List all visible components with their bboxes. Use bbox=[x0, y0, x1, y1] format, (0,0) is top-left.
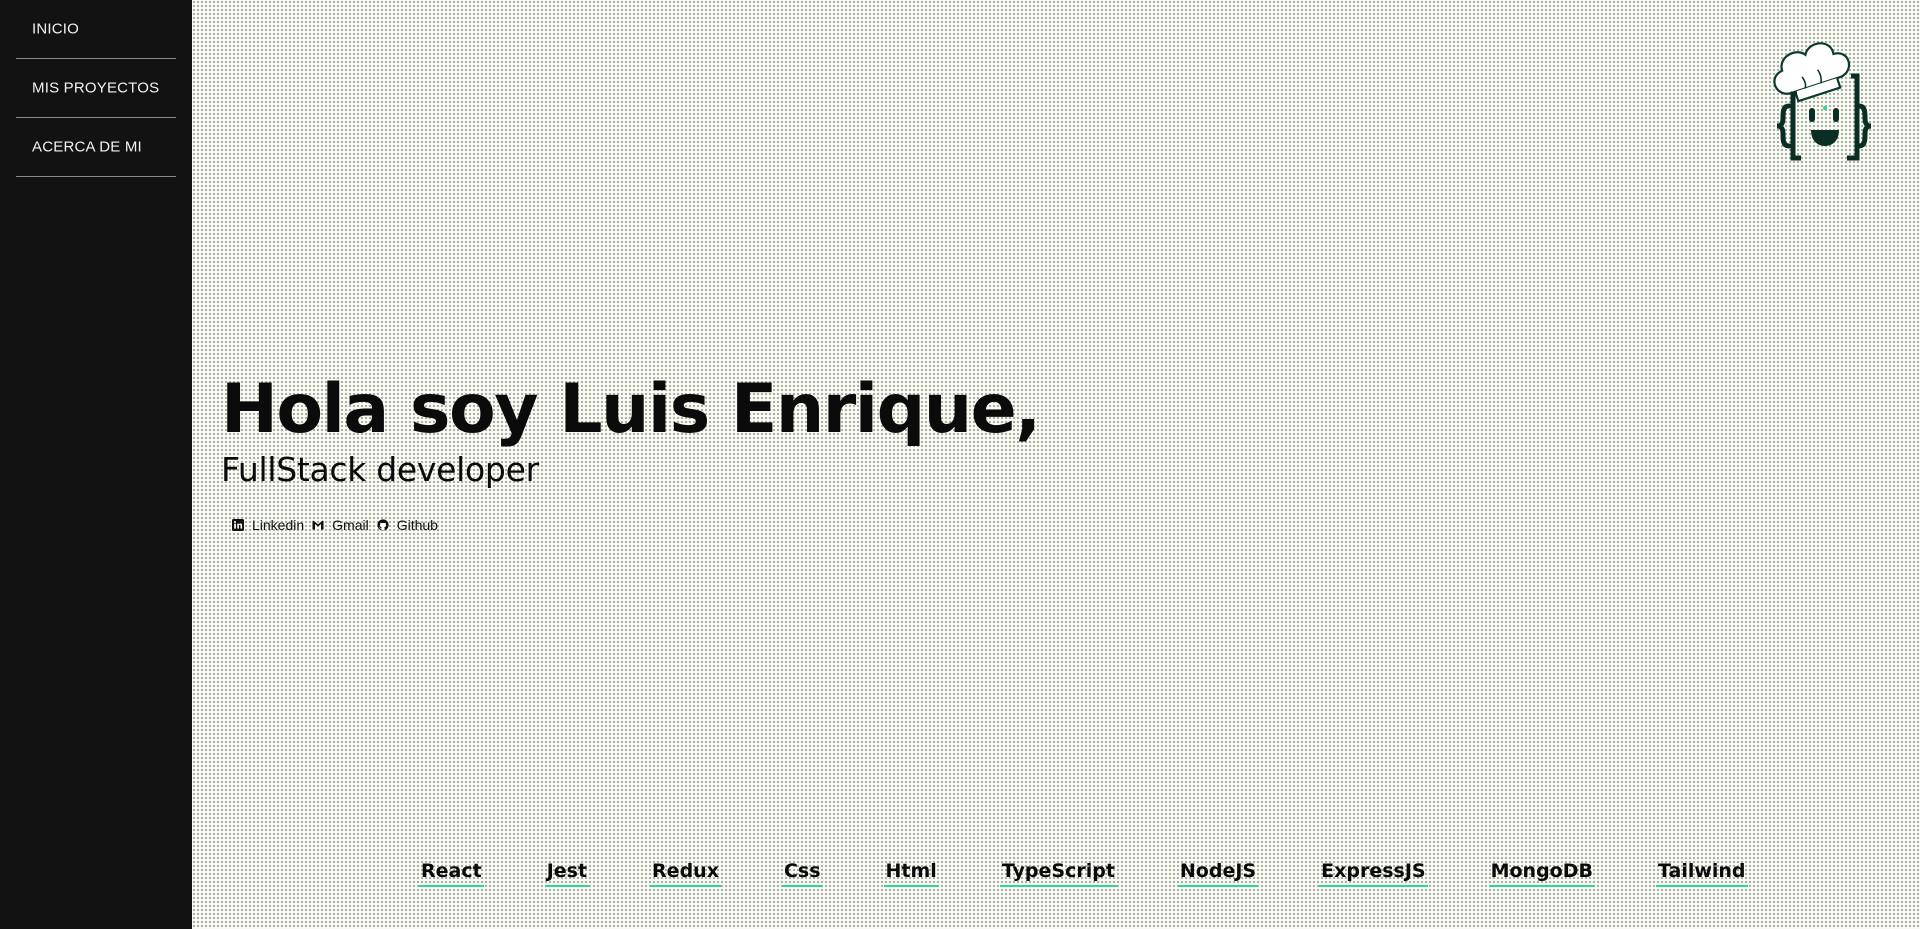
gmail-label: Gmail bbox=[332, 517, 369, 533]
nav-item-acerca-de-mi[interactable]: ACERCA DE MI bbox=[16, 118, 176, 177]
gmail-link[interactable]: Gmail bbox=[312, 517, 369, 533]
hero-title: Hola soy Luis Enrique, bbox=[221, 370, 1041, 449]
tech-label: MongoDB bbox=[1488, 860, 1595, 887]
hero-subtitle: FullStack developer bbox=[221, 450, 539, 489]
tech-item: React bbox=[419, 860, 484, 887]
tech-item: Redux bbox=[650, 860, 721, 887]
chef-code-logo[interactable] bbox=[1755, 34, 1885, 164]
sidebar: INICIO MIS PROYECTOS ACERCA DE MI bbox=[0, 0, 192, 929]
chef-hat-icon bbox=[1773, 42, 1872, 161]
tech-item: Css bbox=[781, 860, 823, 887]
github-link[interactable]: Github bbox=[377, 517, 438, 533]
github-label: Github bbox=[396, 517, 438, 533]
nav-item-inicio[interactable]: INICIO bbox=[16, 0, 176, 59]
social-links: Linkedin Gmail Github bbox=[232, 517, 446, 533]
tech-label: NodeJS bbox=[1177, 860, 1259, 887]
tech-label: React bbox=[419, 860, 484, 887]
hero: Hola soy Luis Enrique, FullStack develop… bbox=[221, 370, 1041, 490]
linkedin-label: Linkedin bbox=[252, 517, 305, 533]
github-icon bbox=[377, 519, 389, 531]
tech-label: Jest bbox=[544, 860, 590, 887]
tech-label: Tailwind bbox=[1655, 860, 1748, 887]
nav-item-label: MIS PROYECTOS bbox=[32, 79, 160, 97]
tech-item: Html bbox=[883, 860, 939, 887]
nav-item-label: INICIO bbox=[32, 20, 80, 38]
tech-label: Redux bbox=[650, 860, 721, 887]
linkedin-link[interactable]: Linkedin bbox=[232, 517, 304, 533]
gmail-icon bbox=[312, 520, 324, 530]
tech-item: TypeScript bbox=[999, 860, 1117, 887]
nav-item-label: ACERCA DE MI bbox=[32, 138, 142, 156]
tech-label: TypeScript bbox=[999, 860, 1117, 887]
tech-item: NodeJS bbox=[1177, 860, 1259, 887]
technology-list: React Jest Redux Css Html TypeScript Nod… bbox=[419, 860, 1748, 887]
tech-item: Tailwind bbox=[1655, 860, 1748, 887]
tech-item: MongoDB bbox=[1488, 860, 1595, 887]
linkedin-icon bbox=[232, 519, 244, 531]
tech-label: ExpressJS bbox=[1319, 860, 1428, 887]
tech-label: Html bbox=[883, 860, 939, 887]
tech-item: ExpressJS bbox=[1319, 860, 1428, 887]
tech-label: Css bbox=[781, 860, 823, 887]
tech-item: Jest bbox=[544, 860, 590, 887]
nav-item-mis-proyectos[interactable]: MIS PROYECTOS bbox=[16, 59, 176, 118]
